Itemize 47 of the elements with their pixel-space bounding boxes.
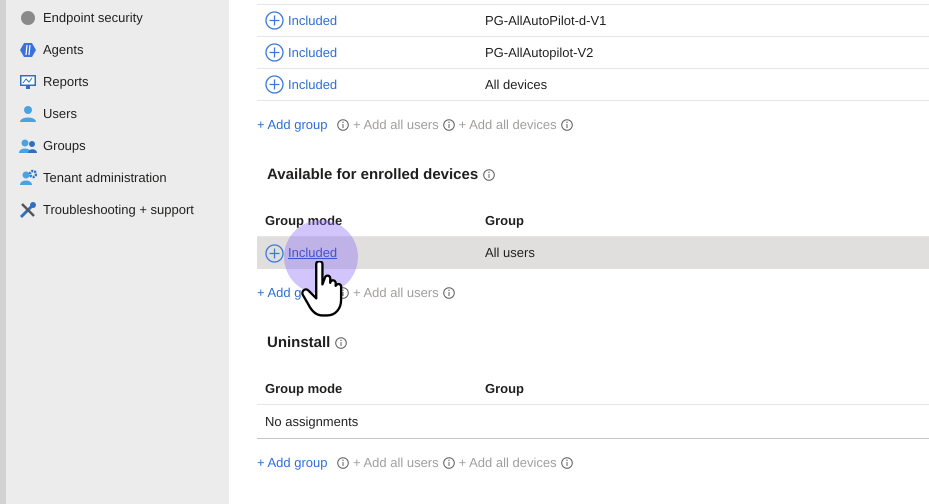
- add-link[interactable]: + Add group: [257, 453, 333, 473]
- sidebar-item[interactable]: Users: [6, 98, 229, 130]
- table-row[interactable]: Included All devices: [257, 69, 929, 101]
- plus-circle-icon: [265, 11, 284, 30]
- sidebar-item[interactable]: Endpoint security: [6, 2, 229, 34]
- wrench-screwdriver-icon: [19, 201, 37, 219]
- section-heading: Available for enrolled devices: [267, 164, 478, 185]
- column-header: Group: [485, 212, 524, 230]
- table-cell-text: All users: [485, 244, 535, 262]
- group-icon: [19, 137, 37, 155]
- column-header: Group mode: [264, 380, 344, 398]
- column-header: Group mode: [264, 212, 344, 230]
- table-cell-text: PG-AllAutopilot-V2: [485, 44, 594, 62]
- table-row[interactable]: Included PG-AllAutopilot-V2: [257, 37, 929, 69]
- table-row[interactable]: Included PG-AllAutoPilot-d-V1: [257, 5, 929, 37]
- user-gear-icon: [19, 169, 37, 187]
- plus-circle-icon: [265, 43, 284, 62]
- group-mode-link[interactable]: Included: [288, 74, 338, 94]
- section-heading: Uninstall: [267, 332, 330, 353]
- info-icon: [335, 337, 348, 349]
- user-icon: [19, 105, 37, 123]
- table-cell-text: PG-AllAutoPilot-d-V1: [485, 12, 606, 30]
- sidebar-item[interactable]: Tenant administration: [6, 162, 229, 194]
- sidebar-item[interactable]: Groups: [6, 130, 229, 162]
- monitor-chart-icon: [19, 73, 37, 91]
- info-icon: [442, 457, 455, 469]
- plus-circle-icon: [265, 244, 284, 262]
- sidebar-item[interactable]: Troubleshooting + support: [6, 194, 229, 226]
- info-icon: [442, 119, 455, 131]
- info-icon: [337, 119, 349, 131]
- column-header: Group: [485, 380, 524, 398]
- sidebar-item[interactable]: Reports: [6, 66, 229, 98]
- info-icon: [560, 457, 573, 469]
- group-mode-link[interactable]: Included: [288, 243, 338, 263]
- sidebar-item[interactable]: Agents: [6, 34, 229, 66]
- hexagon-icon: [19, 41, 37, 59]
- empty-message: No assignments: [265, 412, 358, 431]
- table-cell-text: All devices: [485, 76, 548, 94]
- info-icon: [483, 169, 496, 181]
- info-icon: [560, 119, 573, 131]
- add-link[interactable]: + Add group: [257, 115, 333, 135]
- info-icon: [337, 457, 349, 469]
- info-icon: [442, 287, 455, 299]
- group-mode-link[interactable]: Included: [288, 10, 338, 30]
- plus-circle-icon: [265, 75, 284, 94]
- table-row[interactable]: Included All users: [257, 237, 929, 269]
- group-mode-link[interactable]: Included: [288, 42, 338, 62]
